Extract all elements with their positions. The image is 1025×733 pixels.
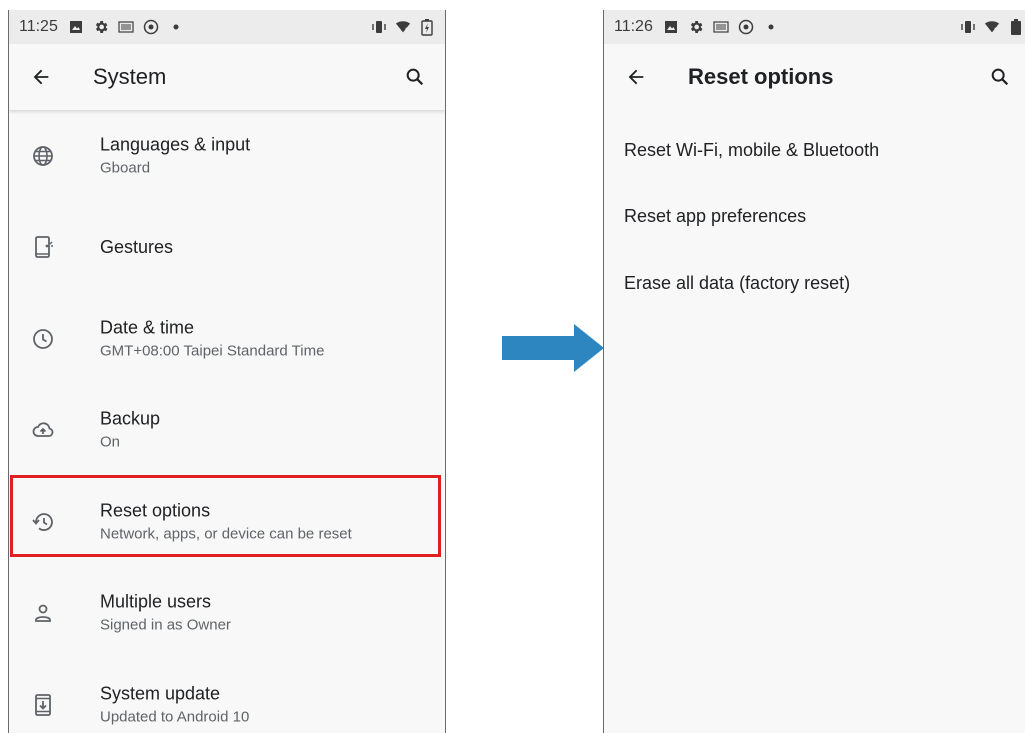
app-bar: Reset options [604, 44, 1025, 110]
item-subtitle: On [100, 433, 121, 451]
item-title: Date & time [100, 317, 195, 338]
factory-reset-option[interactable]: Erase all data (factory reset) [624, 273, 850, 294]
page-title: Reset options [688, 64, 834, 89]
cloud-upload-icon [32, 422, 54, 438]
image-notification-icon [663, 19, 679, 35]
list-item-reset-options[interactable]: Reset options Network, apps, or device c… [9, 476, 445, 568]
item-title: Gestures [100, 237, 174, 258]
item-subtitle: GMT+08:00 Taipei Standard Time [100, 342, 325, 360]
item-title: System update [100, 683, 221, 704]
search-icon [406, 68, 424, 86]
settings-notification-icon [93, 19, 109, 35]
scanner-notification-icon [118, 19, 134, 35]
item-subtitle: Signed in as Owner [100, 616, 231, 634]
image-notification-icon [68, 19, 84, 35]
dot-notification-icon [168, 19, 184, 35]
item-subtitle: Network, apps, or device can be reset [100, 525, 352, 543]
system-settings-screen: 11:25 System Languages & input Gboard Ge… [8, 10, 446, 733]
battery-icon [1008, 19, 1024, 35]
system-update-icon [35, 693, 51, 716]
status-bar: 11:25 [9, 10, 445, 44]
list-item-backup[interactable]: Backup On [9, 385, 445, 477]
person-icon [35, 604, 51, 623]
history-icon [32, 512, 53, 531]
status-bar: 11:26 [604, 10, 1025, 44]
reset-app-preferences-option[interactable]: Reset app preferences [624, 206, 806, 227]
search-button[interactable] [984, 61, 1016, 93]
dot-notification-icon [763, 19, 779, 35]
list-item-multiple-users[interactable]: Multiple users Signed in as Owner [9, 568, 445, 660]
item-subtitle: Updated to Android 10 [100, 708, 250, 726]
list-item-languages[interactable]: Languages & input Gboard [9, 110, 445, 202]
status-time: 11:26 [614, 18, 653, 35]
gestures-icon [35, 236, 53, 259]
reset-options-screen: 11:26 Reset options Reset Wi-Fi, mobile … [603, 10, 1025, 733]
arrow-right-icon [502, 324, 604, 372]
settings-list: Languages & input Gboard Gestures Date &… [9, 110, 445, 733]
settings-notification-icon [688, 19, 704, 35]
app-bar: System [9, 44, 445, 110]
clock-icon [33, 328, 53, 349]
search-button[interactable] [399, 61, 431, 93]
wifi-icon [395, 19, 411, 35]
list-item-gestures[interactable]: Gestures [9, 202, 445, 294]
list-item-system-update[interactable]: System update Updated to Android 10 [9, 659, 445, 733]
vibrate-icon [960, 19, 976, 35]
item-title: Multiple users [100, 591, 212, 612]
list-item-date-time[interactable]: Date & time GMT+08:00 Taipei Standard Ti… [9, 293, 445, 385]
item-title: Reset options [100, 500, 211, 521]
back-button[interactable] [25, 61, 57, 93]
item-subtitle: Gboard [100, 159, 151, 177]
item-title: Backup [100, 408, 161, 429]
search-icon [991, 68, 1009, 86]
wifi-icon [984, 19, 1000, 35]
battery-charging-icon [419, 19, 435, 36]
sync-notification-icon [143, 19, 159, 35]
vibrate-icon [371, 19, 387, 35]
back-button[interactable] [620, 61, 652, 93]
sync-notification-icon [738, 19, 754, 35]
arrow-back-icon [33, 69, 49, 85]
item-title: Languages & input [100, 134, 251, 155]
arrow-back-icon [628, 69, 644, 85]
reset-wifi-mobile-bluetooth-option[interactable]: Reset Wi-Fi, mobile & Bluetooth [624, 140, 879, 161]
page-title: System [93, 64, 167, 89]
scanner-notification-icon [713, 19, 729, 35]
globe-icon [33, 145, 53, 166]
status-time: 11:25 [19, 18, 58, 35]
